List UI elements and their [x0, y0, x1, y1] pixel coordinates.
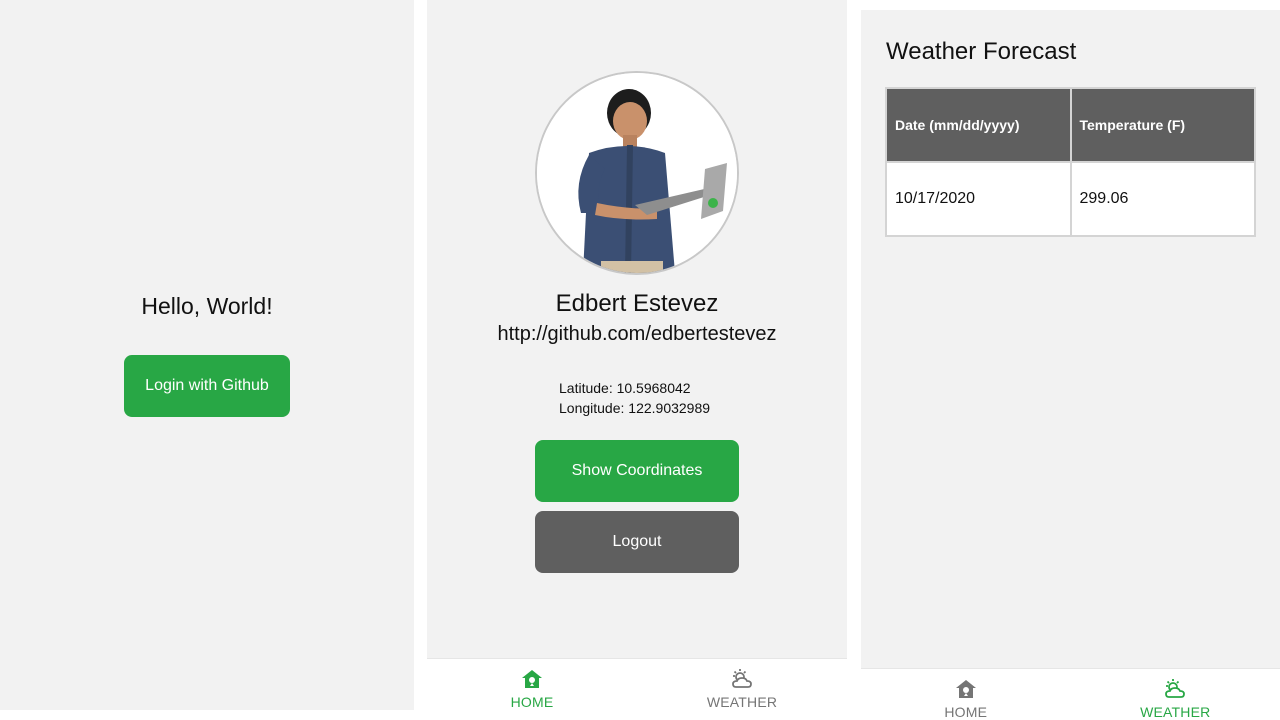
- nav-tab-weather[interactable]: WEATHER: [1071, 669, 1280, 720]
- logout-button[interactable]: Logout: [535, 511, 739, 573]
- avatar: [535, 71, 739, 275]
- profile-photo: [537, 73, 737, 273]
- greeting-text: Hello, World!: [141, 293, 273, 319]
- nav-tab-weather[interactable]: WEATHER: [637, 659, 847, 720]
- cell-temperature: 299.06: [1069, 161, 1256, 237]
- cell-date: 10/17/2020: [885, 161, 1072, 237]
- profile-name: Edbert Estevez: [555, 290, 719, 317]
- table-header-row: Date (mm/dd/yyyy) Temperature (F): [885, 87, 1256, 163]
- nav-label-home: HOME: [944, 704, 988, 720]
- bottom-navigation: HOME WEATHER: [861, 668, 1280, 720]
- nav-tab-home[interactable]: HOME: [427, 659, 637, 720]
- login-with-github-button[interactable]: Login with Github: [124, 355, 290, 417]
- column-header-temperature: Temperature (F): [1069, 87, 1256, 163]
- longitude-text: Longitude: 122.9032989: [559, 400, 711, 416]
- home-icon: [520, 667, 544, 691]
- login-screen: Hello, World! Login with Github: [0, 0, 414, 710]
- profile-url: http://github.com/edbertestevez: [497, 323, 777, 345]
- weather-icon: [1163, 677, 1187, 701]
- forecast-table: Date (mm/dd/yyyy) Temperature (F) 10/17/…: [885, 87, 1256, 237]
- home-icon: [954, 677, 978, 701]
- nav-label-weather: WEATHER: [706, 694, 778, 710]
- weather-screen: Weather Forecast Date (mm/dd/yyyy) Tempe…: [861, 10, 1280, 720]
- nav-label-weather: WEATHER: [1140, 704, 1211, 720]
- latitude-text: Latitude: 10.5968042: [559, 380, 691, 396]
- column-header-date: Date (mm/dd/yyyy): [885, 87, 1072, 163]
- coordinates-block: Latitude: 10.5968042 Longitude: 122.9032…: [559, 378, 710, 418]
- table-row: 10/17/2020 299.06: [885, 161, 1256, 237]
- weather-icon: [730, 667, 754, 691]
- nav-label-home: HOME: [510, 694, 554, 710]
- profile-screen: Edbert Estevez http://github.com/edberte…: [427, 0, 847, 720]
- bottom-navigation: HOME WEATHER: [427, 658, 847, 720]
- show-coordinates-button[interactable]: Show Coordinates: [535, 440, 739, 502]
- nav-tab-home[interactable]: HOME: [861, 669, 1071, 720]
- page-title: Weather Forecast: [886, 38, 1077, 65]
